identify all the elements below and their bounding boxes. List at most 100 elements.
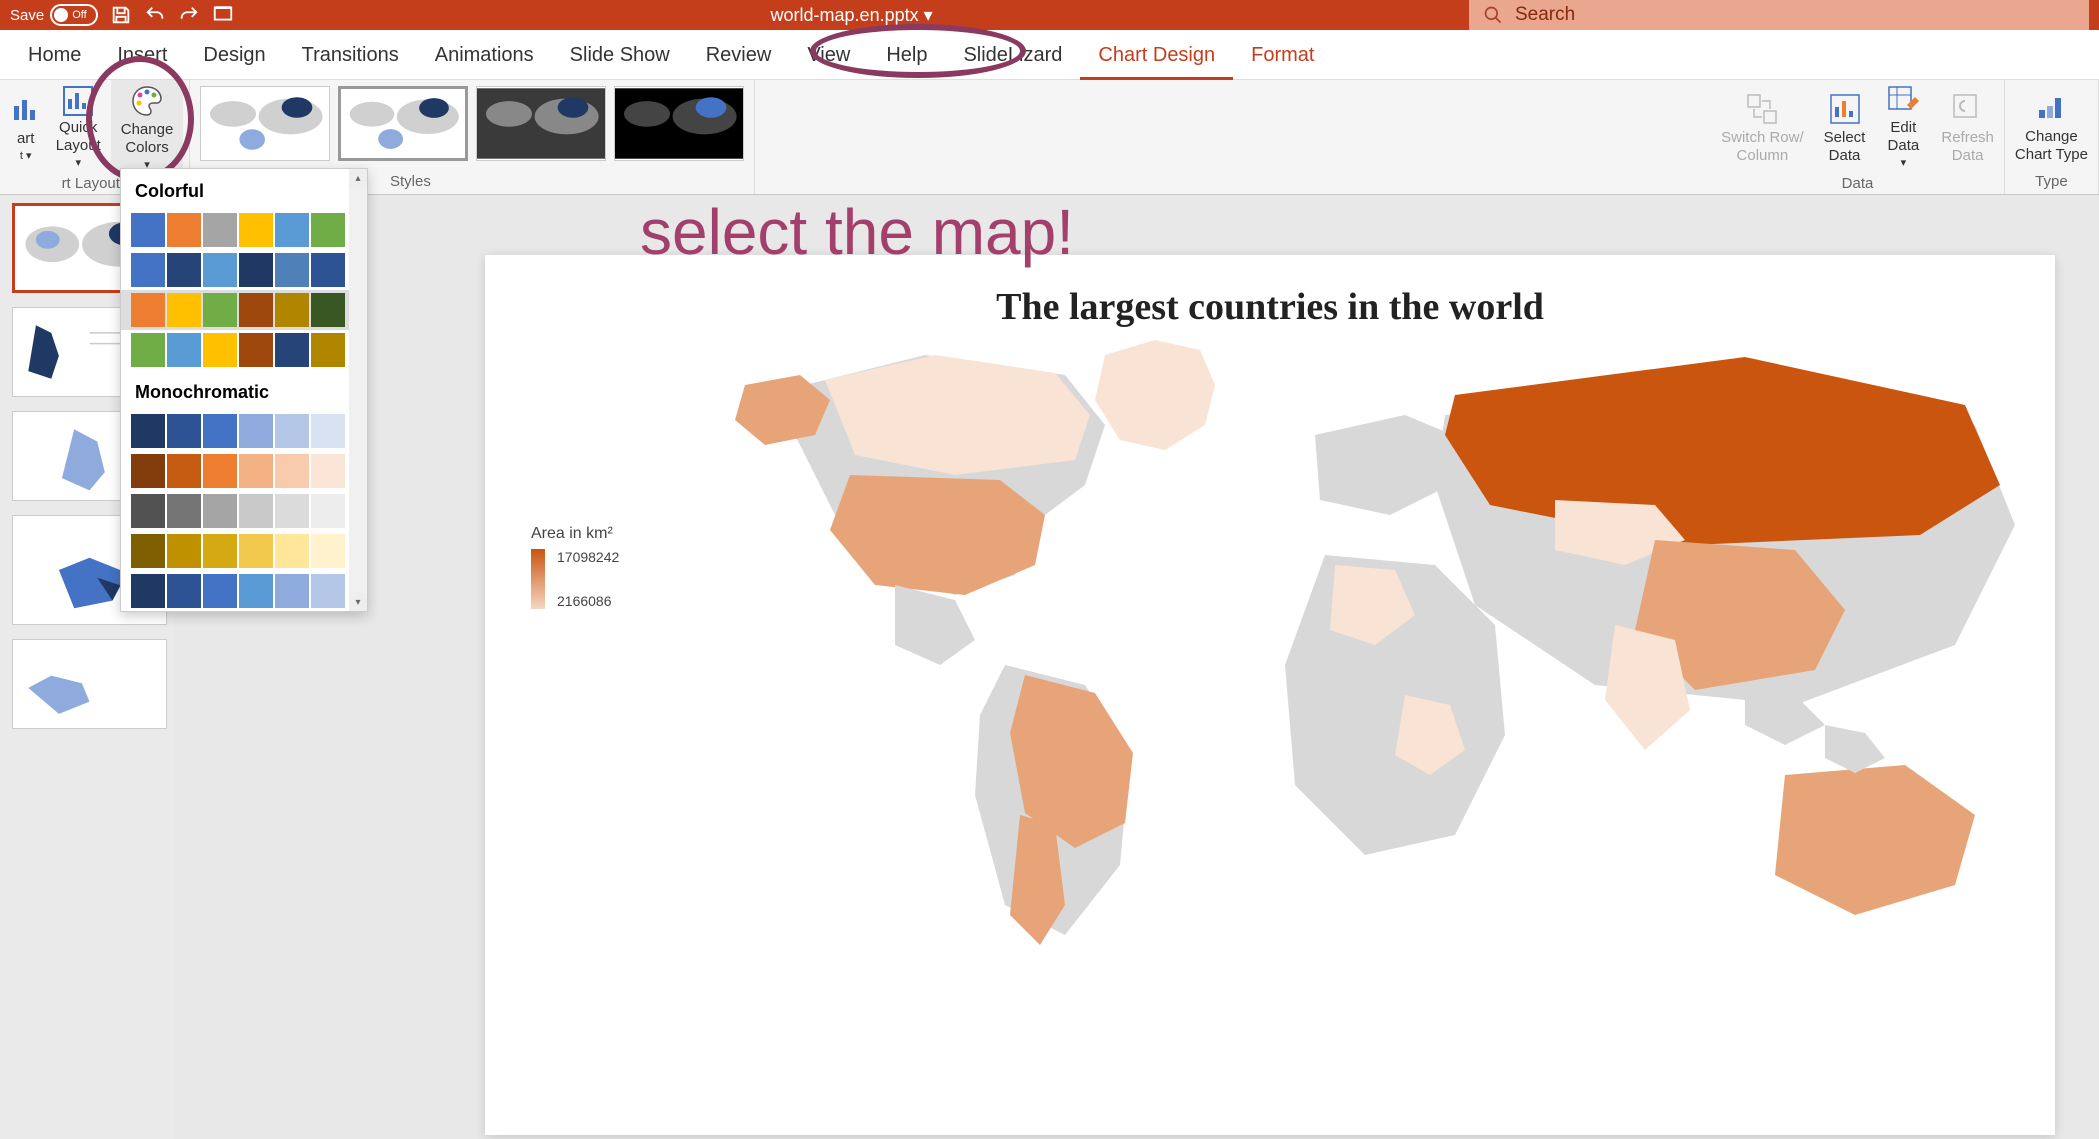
tab-format[interactable]: Format: [1233, 30, 1332, 80]
color-scheme-mono-4[interactable]: [121, 571, 367, 611]
switch-row-column-icon: [1744, 91, 1780, 127]
colorful-section-label: Colorful: [121, 169, 367, 210]
annotation-circle-change-colors: [86, 56, 194, 182]
tab-review[interactable]: Review: [688, 30, 790, 80]
slide[interactable]: The largest countries in the world Area …: [485, 255, 2055, 1135]
dropdown-scrollbar[interactable]: ▴ ▾: [349, 169, 367, 611]
chart-style-4[interactable]: [614, 86, 744, 161]
color-scheme-mono-2[interactable]: [121, 491, 367, 531]
undo-icon[interactable]: [144, 4, 166, 26]
scroll-up-icon[interactable]: ▴: [349, 169, 367, 187]
redo-icon[interactable]: [178, 4, 200, 26]
color-swatch: [203, 574, 237, 608]
tab-slideshow[interactable]: Slide Show: [552, 30, 688, 80]
color-scheme-mono-1[interactable]: [121, 451, 367, 491]
change-chart-type-icon: [2033, 90, 2069, 126]
color-scheme-mono-3[interactable]: [121, 531, 367, 571]
color-swatch: [167, 454, 201, 488]
color-swatch: [203, 534, 237, 568]
color-swatch: [239, 574, 273, 608]
color-swatch: [203, 414, 237, 448]
color-scheme-colorful-3[interactable]: [121, 330, 367, 370]
slide-canvas[interactable]: The largest countries in the world Area …: [175, 195, 2099, 1139]
tab-transitions[interactable]: Transitions: [284, 30, 417, 80]
color-swatch: [275, 454, 309, 488]
color-swatch: [131, 293, 165, 327]
legend-label: Area in km²: [531, 525, 619, 543]
color-swatch: [311, 253, 345, 287]
change-chart-type-button[interactable]: Change Chart Type: [2005, 80, 2098, 173]
ribbon-tabs: Home Insert Design Transitions Animation…: [0, 30, 2099, 80]
color-swatch: [239, 534, 273, 568]
color-swatch: [311, 333, 345, 367]
search-placeholder: Search: [1515, 4, 1575, 26]
color-swatch: [311, 414, 345, 448]
search-icon: [1483, 5, 1503, 25]
color-swatch: [203, 293, 237, 327]
type-group-label: Type: [2005, 173, 2098, 194]
add-chart-element-button[interactable]: artt ▾: [6, 80, 46, 175]
color-swatch: [167, 293, 201, 327]
color-swatch: [167, 534, 201, 568]
annotation-callout: select the map!: [640, 195, 1074, 269]
color-swatch: [203, 253, 237, 287]
color-scheme-colorful-0[interactable]: [121, 210, 367, 250]
refresh-data-button: Refresh Data: [1931, 80, 2004, 175]
chart-style-3[interactable]: [476, 86, 606, 161]
color-swatch: [131, 574, 165, 608]
color-scheme-colorful-2[interactable]: [121, 290, 367, 330]
color-swatch: [167, 253, 201, 287]
chart-styles-gallery[interactable]: [190, 80, 754, 167]
color-swatch: [239, 494, 273, 528]
annotation-circle-chart-design: [810, 24, 1026, 78]
save-icon[interactable]: [110, 4, 132, 26]
switch-row-column-button: Switch Row/ Column: [1711, 80, 1814, 175]
color-swatch: [275, 333, 309, 367]
title-bar: Save Off world-map.en.pptx ▾ Search: [0, 0, 2099, 30]
color-swatch: [239, 253, 273, 287]
color-swatch: [239, 414, 273, 448]
color-swatch: [311, 454, 345, 488]
color-swatch: [131, 333, 165, 367]
change-colors-dropdown: Colorful Monochromatic ▴ ▾: [120, 168, 368, 612]
autosave-toggle[interactable]: Save Off: [10, 4, 98, 26]
color-swatch: [167, 414, 201, 448]
color-swatch: [167, 574, 201, 608]
select-data-button[interactable]: Select Data: [1814, 80, 1876, 175]
world-map-chart[interactable]: [625, 325, 2045, 965]
thumbnail-5[interactable]: [12, 639, 167, 729]
color-swatch: [275, 494, 309, 528]
scroll-down-icon[interactable]: ▾: [349, 593, 367, 611]
color-swatch: [131, 213, 165, 247]
start-slideshow-icon[interactable]: [212, 4, 234, 26]
color-swatch: [275, 293, 309, 327]
color-swatch: [203, 494, 237, 528]
color-swatch: [239, 293, 273, 327]
color-swatch: [131, 494, 165, 528]
color-swatch: [203, 333, 237, 367]
color-swatch: [239, 454, 273, 488]
color-swatch: [131, 253, 165, 287]
edit-data-button[interactable]: Edit Data ▾: [1875, 80, 1931, 175]
tab-chart-design[interactable]: Chart Design: [1080, 30, 1233, 80]
color-swatch: [239, 213, 273, 247]
color-scheme-colorful-1[interactable]: [121, 250, 367, 290]
tab-design[interactable]: Design: [185, 30, 283, 80]
tab-home[interactable]: Home: [10, 30, 99, 80]
data-group-label: Data: [1711, 175, 2004, 196]
refresh-data-icon: [1950, 91, 1986, 127]
autosave-label: Save: [10, 7, 44, 24]
color-swatch: [275, 534, 309, 568]
legend-min: 2166086: [557, 593, 619, 609]
add-chart-element-icon: [8, 92, 44, 128]
color-swatch: [167, 494, 201, 528]
color-swatch: [131, 414, 165, 448]
color-swatch: [239, 333, 273, 367]
chart-style-2[interactable]: [338, 86, 468, 161]
tab-animations[interactable]: Animations: [417, 30, 552, 80]
color-swatch: [311, 534, 345, 568]
chart-style-1[interactable]: [200, 86, 330, 161]
color-scheme-mono-0[interactable]: [121, 411, 367, 451]
toggle-oval[interactable]: Off: [50, 4, 98, 26]
search-box[interactable]: Search: [1469, 0, 2089, 30]
